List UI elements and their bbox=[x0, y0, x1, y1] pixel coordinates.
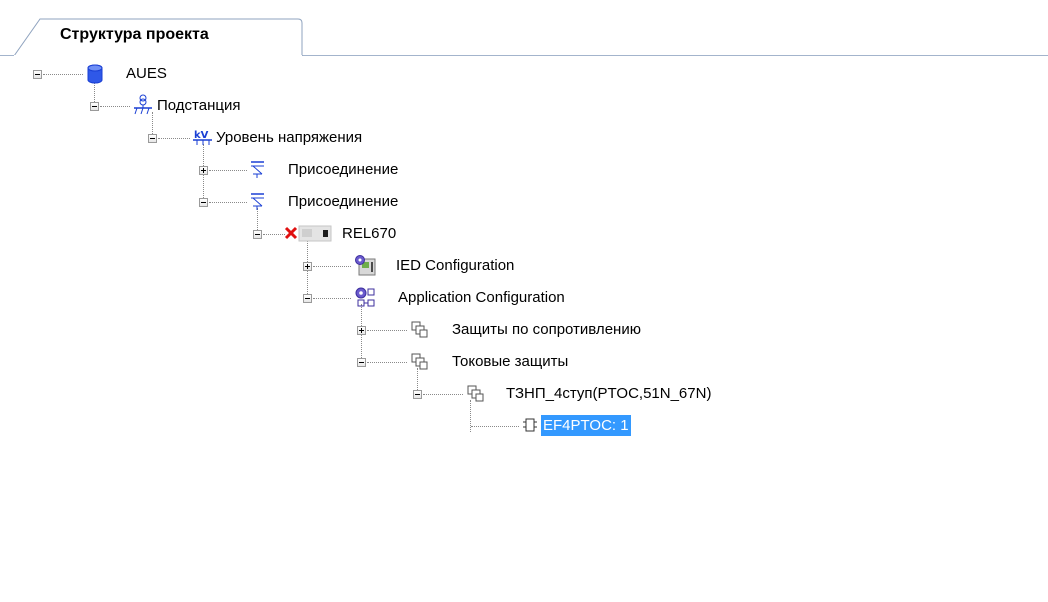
node-label: AUES bbox=[126, 65, 167, 82]
node-label-selected: EF4PTOC: 1 bbox=[541, 415, 631, 436]
function-group-icon bbox=[467, 385, 484, 402]
node-label: Application Configuration bbox=[398, 289, 565, 306]
expand-toggle[interactable] bbox=[357, 326, 366, 335]
tree-node-bay[interactable]: Присоединение bbox=[0, 190, 500, 212]
tree-node-current-protection[interactable]: Токовые защиты bbox=[0, 350, 800, 372]
tree-node-function-group[interactable]: ТЗНП_4ступ(PTOC,51N_67N) bbox=[0, 382, 900, 404]
collapse-toggle[interactable] bbox=[413, 390, 422, 399]
substation-icon bbox=[134, 94, 152, 115]
application-configuration-icon bbox=[355, 287, 375, 307]
tree-connector bbox=[313, 298, 351, 299]
expand-toggle[interactable] bbox=[303, 262, 312, 271]
node-label: REL670 bbox=[342, 225, 397, 242]
function-block-icon bbox=[523, 418, 537, 432]
bay-icon bbox=[251, 161, 264, 178]
tree-node-distance-protection[interactable]: Защиты по сопротивлению bbox=[0, 318, 800, 340]
tree-node-aues[interactable]: AUES bbox=[0, 62, 300, 84]
collapse-toggle[interactable] bbox=[199, 198, 208, 207]
tree-node-substation[interactable]: Подстанция bbox=[0, 94, 400, 116]
node-label: Уровень напряжения bbox=[216, 129, 363, 146]
tab-project-structure[interactable]: Структура проекта bbox=[14, 18, 303, 57]
ied-device-icon bbox=[298, 225, 332, 242]
node-label: IED Configuration bbox=[396, 257, 515, 274]
tree-connector bbox=[158, 138, 190, 139]
tree-connector bbox=[367, 330, 407, 331]
project-tree[interactable]: AUES Подстанция kV Уровень напряжения Пр… bbox=[0, 56, 1048, 602]
collapse-toggle[interactable] bbox=[148, 134, 157, 143]
node-label: ТЗНП_4ступ(PTOC,51N_67N) bbox=[506, 385, 712, 402]
bay-icon bbox=[251, 193, 264, 210]
tree-node-voltage-level[interactable]: kV Уровень напряжения bbox=[0, 126, 500, 148]
collapse-toggle[interactable] bbox=[357, 358, 366, 367]
tree-connector bbox=[423, 394, 463, 395]
node-label: Подстанция bbox=[157, 97, 241, 114]
collapse-toggle[interactable] bbox=[253, 230, 262, 239]
tree-connector bbox=[43, 74, 83, 75]
tree-connector bbox=[263, 234, 285, 235]
tree-connector bbox=[100, 106, 130, 107]
collapse-toggle[interactable] bbox=[33, 70, 42, 79]
voltage-level-icon: kV bbox=[193, 130, 212, 145]
tab-strip: Структура проекта bbox=[0, 0, 1048, 57]
function-group-icon bbox=[411, 321, 428, 338]
error-x-icon bbox=[284, 226, 298, 240]
collapse-toggle[interactable] bbox=[90, 102, 99, 111]
node-label: Присоединение bbox=[288, 161, 399, 178]
node-label: Присоединение bbox=[288, 193, 399, 210]
node-label: Защиты по сопротивлению bbox=[452, 321, 641, 338]
tree-node-bay[interactable]: Присоединение bbox=[0, 158, 500, 180]
node-label: Токовые защиты bbox=[452, 353, 569, 370]
tree-connector bbox=[209, 202, 247, 203]
tree-connector bbox=[367, 362, 407, 363]
ied-configuration-icon bbox=[355, 255, 376, 276]
collapse-toggle[interactable] bbox=[303, 294, 312, 303]
tree-node-ied-configuration[interactable]: IED Configuration bbox=[0, 254, 600, 276]
tree-node-function-block[interactable]: EF4PTOC: 1 bbox=[0, 414, 900, 436]
tree-node-ied[interactable]: REL670 bbox=[0, 222, 500, 244]
tree-node-application-configuration[interactable]: Application Configuration bbox=[0, 286, 700, 308]
tree-connector bbox=[209, 170, 247, 171]
tree-connector bbox=[313, 266, 351, 267]
function-group-icon bbox=[411, 353, 428, 370]
tree-connector bbox=[471, 426, 519, 427]
tab-label: Структура проекта bbox=[60, 26, 209, 43]
database-icon bbox=[87, 64, 103, 84]
expand-toggle[interactable] bbox=[199, 166, 208, 175]
